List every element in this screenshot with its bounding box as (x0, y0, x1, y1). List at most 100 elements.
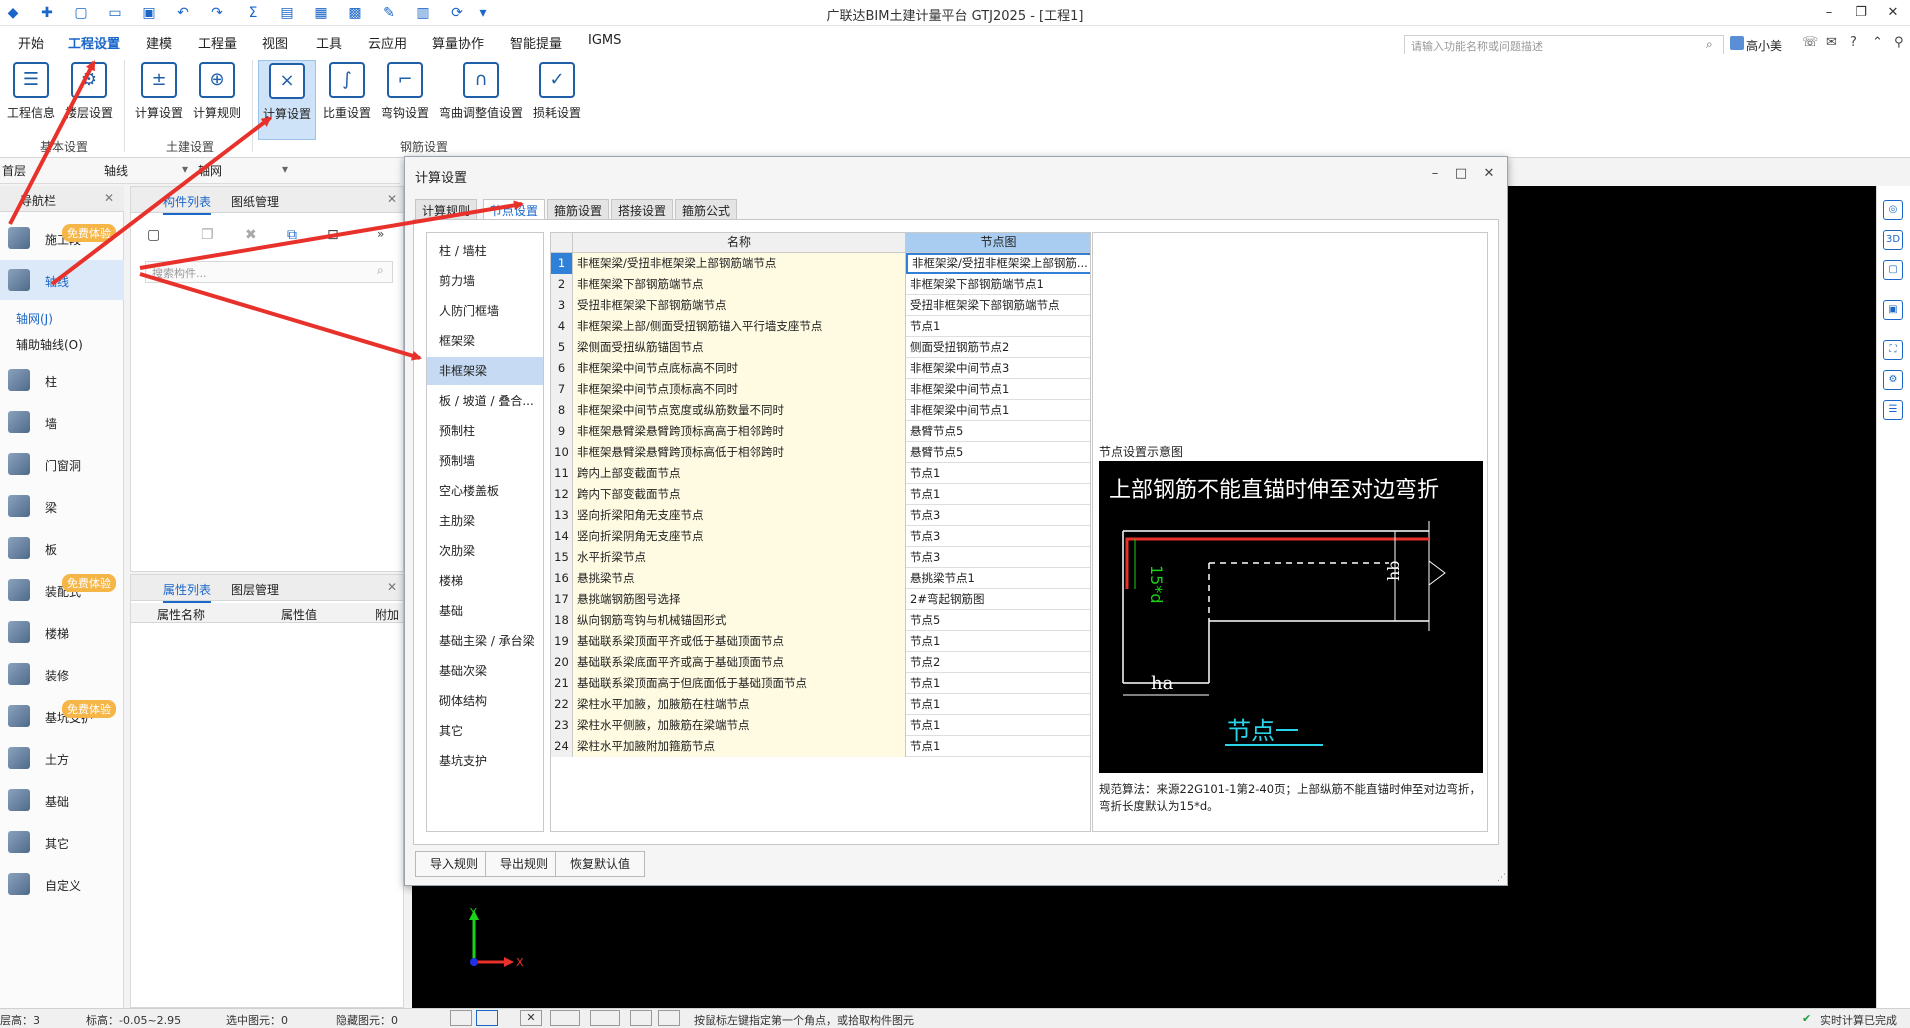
pin-icon[interactable]: ⚲ (1894, 35, 1904, 50)
category-item[interactable]: 预制墙 (427, 447, 543, 475)
component-list-close-icon[interactable]: ✕ (387, 192, 397, 206)
tab-attribute-list[interactable]: 属性列表 (163, 581, 212, 603)
row-node-value[interactable]: 节点1 (906, 694, 1090, 715)
table-row[interactable]: 21 基础联系梁顶面高于但底面低于基础顶面节点 节点1 (551, 673, 1090, 694)
resize-grip-icon[interactable]: ⋰ (1497, 873, 1506, 883)
orbit-icon[interactable]: ◎ (1883, 200, 1903, 220)
menu-igms[interactable]: IGMS (588, 33, 621, 48)
category-item[interactable]: 砌体结构 (427, 687, 543, 715)
bend-adjust-settings-button[interactable]: ∩ 弯曲调整值设置 (436, 60, 526, 140)
row-node-value[interactable]: 受扭非框架梁下部钢筋端节点 (906, 295, 1090, 316)
row-node-value[interactable]: 节点1 (906, 715, 1090, 736)
display-mode-icon[interactable]: ▣ (1883, 300, 1903, 320)
layer-copy-icon[interactable]: ⧉ (287, 227, 297, 243)
menu-project-settings[interactable]: 工程设置 (68, 33, 121, 56)
row-node-value[interactable]: 节点1 (906, 484, 1090, 505)
row-node-value[interactable]: 节点1 (906, 673, 1090, 694)
plus-tool-icon[interactable] (590, 1010, 620, 1026)
dialog-maximize-icon[interactable]: □ (1449, 163, 1473, 185)
tab-drawing-management[interactable]: 图纸管理 (231, 193, 279, 210)
menu-start[interactable]: 开始 (18, 33, 44, 52)
row-node-value[interactable]: 非框架梁/受扭非框架梁上部钢筋... (906, 253, 1090, 274)
cube-view-icon[interactable]: ▢ (1883, 260, 1903, 280)
tab-calc-rules[interactable]: 计算规则 (415, 199, 478, 219)
table-row[interactable]: 1 非框架梁/受扭非框架梁上部钢筋端节点 非框架梁/受扭非框架梁上部钢筋... (551, 253, 1090, 274)
type-dropdown-icon[interactable]: ▾ (182, 162, 188, 176)
nav-close-icon[interactable]: ✕ (104, 191, 114, 205)
nav-item-foundation[interactable]: 基础 (0, 780, 124, 820)
import-rules-button[interactable]: 导入规则 (415, 851, 494, 877)
table-row[interactable]: 15 水平折梁节点 节点3 (551, 547, 1090, 568)
nav-item-wall[interactable]: 墙 (0, 402, 124, 442)
rebar-calc-settings-button[interactable]: × 计算设置 (258, 60, 316, 140)
row-node-value[interactable]: 节点3 (906, 526, 1090, 547)
category-item[interactable]: 基础主梁 / 承台梁 (427, 627, 543, 655)
export-rules-button[interactable]: 导出规则 (485, 851, 564, 877)
filter-icon[interactable]: ⊟ (327, 227, 339, 243)
tab-stirrup-settings[interactable]: 箍筋设置 (547, 199, 610, 219)
restore-defaults-button[interactable]: 恢复默认值 (555, 851, 646, 877)
weight-settings-button[interactable]: ∫ 比重设置 (320, 60, 374, 140)
row-node-value[interactable]: 节点1 (906, 631, 1090, 652)
table-row[interactable]: 5 梁侧面受扭纵筋锚固节点 侧面受扭钢筋节点2 (551, 337, 1090, 358)
row-node-value[interactable]: 节点2 (906, 652, 1090, 673)
delete-component-icon[interactable]: ✖ (245, 227, 257, 243)
3d-view-icon[interactable]: 3D (1883, 230, 1903, 250)
cross-icon[interactable]: ✕ (520, 1010, 542, 1026)
table-row[interactable]: 17 悬挑端钢筋图号选择 2#弯起钢筋图 (551, 589, 1090, 610)
help-icon[interactable]: ? (1850, 35, 1857, 50)
select-rect-icon[interactable] (476, 1010, 498, 1026)
sub-item-axis-grid[interactable]: 轴网(J) (16, 310, 53, 327)
table-row[interactable]: 16 悬挑梁节点 悬挑梁节点1 (551, 568, 1090, 589)
loss-settings-button[interactable]: ✓ 损耗设置 (530, 60, 584, 140)
category-item[interactable]: 其它 (427, 717, 543, 745)
settings-view-icon[interactable]: ⚙ (1883, 370, 1903, 390)
minimize-icon[interactable]: – (1814, 2, 1844, 24)
nav-item-column[interactable]: 柱 (0, 360, 124, 400)
table-row[interactable]: 3 受扭非框架梁下部钢筋端节点 受扭非框架梁下部钢筋端节点 (551, 295, 1090, 316)
row-node-value[interactable]: 节点3 (906, 505, 1090, 526)
project-info-button[interactable]: ☰ 工程信息 (4, 60, 58, 140)
tab-stirrup-formula[interactable]: 箍筋公式 (675, 199, 738, 219)
category-item[interactable]: 次肋梁 (427, 537, 543, 565)
row-node-value[interactable]: 非框架梁中间节点1 (906, 400, 1090, 421)
menu-view[interactable]: 视图 (262, 33, 288, 52)
table-row[interactable]: 4 非框架梁上部/侧面受扭钢筋锚入平行墙支座节点 节点1 (551, 316, 1090, 337)
table-row[interactable]: 7 非框架梁中间节点顶标高不同时 非框架梁中间节点1 (551, 379, 1090, 400)
measure-icon[interactable] (658, 1010, 680, 1026)
avatar[interactable] (1730, 36, 1744, 50)
table-row[interactable]: 22 梁柱水平加腋，加腋筋在柱端节点 节点1 (551, 694, 1090, 715)
snap-icon[interactable] (450, 1010, 472, 1026)
table-row[interactable]: 20 基础联系梁底面平齐或高于基础顶面节点 节点2 (551, 652, 1090, 673)
nav-item-other[interactable]: 其它 (0, 822, 124, 862)
restore-icon[interactable]: ❐ (1846, 2, 1876, 24)
tab-lap-settings[interactable]: 搭接设置 (611, 199, 674, 219)
copy-component-icon[interactable]: ❐ (201, 227, 214, 243)
category-item[interactable]: 基坑支护 (427, 747, 543, 775)
print-icon[interactable] (630, 1010, 652, 1026)
calc-rules-button[interactable]: ⊕ 计算规则 (190, 60, 244, 140)
category-item[interactable]: 空心楼盖板 (427, 477, 543, 505)
nav-item-beam[interactable]: 梁 (0, 486, 124, 526)
category-item[interactable]: 人防门框墙 (427, 297, 543, 325)
row-node-value[interactable]: 节点5 (906, 610, 1090, 631)
row-node-value[interactable]: 悬挑梁节点1 (906, 568, 1090, 589)
tab-component-list[interactable]: 构件列表 (163, 193, 212, 215)
nav-item-earthwork[interactable]: 土方 (0, 738, 124, 778)
nav-item-decoration[interactable]: 装修 (0, 654, 124, 694)
hook-settings-button[interactable]: ⌐ 弯钩设置 (378, 60, 432, 140)
chat-icon[interactable]: ✉ (1826, 35, 1837, 50)
category-item[interactable]: 剪力墙 (427, 267, 543, 295)
menu-smart-extract[interactable]: 智能提量 (510, 33, 562, 52)
table-row[interactable]: 13 竖向折梁阳角无支座节点 节点3 (551, 505, 1090, 526)
row-node-value[interactable]: 节点3 (906, 547, 1090, 568)
nav-item-custom[interactable]: 自定义 (0, 864, 124, 904)
report-icon[interactable]: ☰ (1883, 400, 1903, 420)
category-item[interactable]: 基础 (427, 597, 543, 625)
feature-search-input[interactable]: 请输入功能名称或问题描述 (1404, 35, 1724, 55)
category-item[interactable]: 柱 / 墙柱 (427, 237, 543, 265)
civil-calc-settings-button[interactable]: ± 计算设置 (132, 60, 186, 140)
component-search-input[interactable]: 搜索构件... (145, 261, 393, 283)
table-row[interactable]: 2 非框架梁下部钢筋端节点 非框架梁下部钢筋端节点1 (551, 274, 1090, 295)
close-icon[interactable]: ✕ (1878, 2, 1908, 24)
